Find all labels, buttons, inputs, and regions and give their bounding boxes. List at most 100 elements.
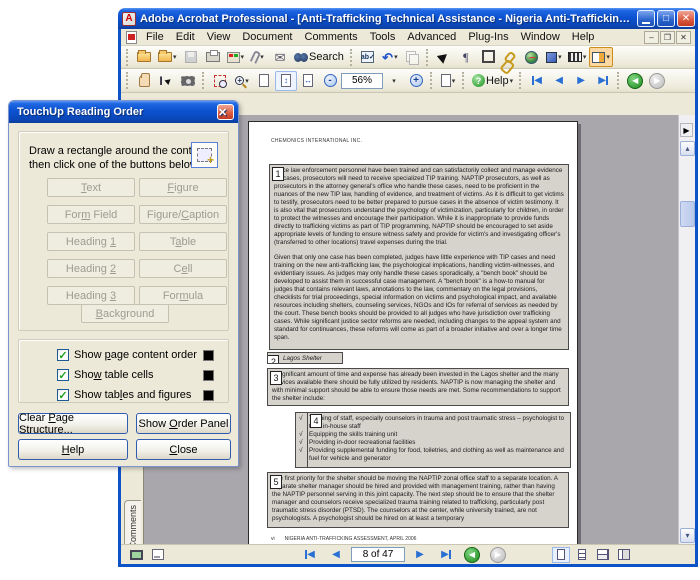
link-tool[interactable]	[499, 47, 521, 67]
formula-button[interactable]: Formula	[139, 286, 227, 305]
toolbar-grip[interactable]	[126, 72, 130, 89]
continuous-layout-button[interactable]	[573, 547, 591, 563]
previous-view-button[interactable]: ◀	[624, 71, 646, 91]
close-button[interactable]: ✕	[677, 10, 695, 27]
form-field-button[interactable]: Form Field	[47, 205, 135, 224]
doc-minimize-button[interactable]: –	[644, 31, 659, 44]
hide-pane-arrow-button[interactable]: ▶	[680, 123, 693, 137]
actual-size-button[interactable]	[253, 71, 275, 91]
help-button[interactable]: ?Help▾	[469, 71, 516, 91]
save-button[interactable]	[180, 47, 202, 67]
movie-dropdown[interactable]: ▾	[565, 47, 590, 67]
figure-button[interactable]: Figure	[139, 178, 227, 197]
organizer-button[interactable]: ▾	[155, 47, 180, 67]
article-tool[interactable]: ¶	[455, 47, 477, 67]
first-page-button[interactable]: ◀	[299, 545, 321, 565]
menu-tools[interactable]: Tools	[364, 30, 402, 44]
heading-3-button[interactable]: Heading 3	[47, 286, 135, 305]
comments-tab[interactable]: Comments	[124, 500, 141, 544]
next-view-button[interactable]: ▶	[487, 545, 509, 565]
menu-edit[interactable]: Edit	[170, 30, 201, 44]
scroll-up-button[interactable]: ▴	[680, 141, 695, 156]
open-button[interactable]	[133, 47, 155, 67]
reading-order-marker-1[interactable]: 1	[272, 167, 284, 181]
undo-dropdown[interactable]: ↶▾	[379, 47, 401, 67]
toolbar-grip[interactable]	[462, 72, 466, 89]
zoom-out-button[interactable]: -	[319, 71, 341, 91]
page-size-button[interactable]	[147, 545, 169, 565]
maximize-button[interactable]: □	[657, 10, 675, 27]
background-button[interactable]: Background	[81, 304, 169, 323]
hand-tool[interactable]	[133, 71, 155, 91]
help-button[interactable]: Help	[18, 439, 128, 460]
search-button[interactable]: Search	[291, 47, 347, 67]
pages-dropdown[interactable]: ▾	[437, 71, 459, 91]
toolbar-grip[interactable]	[126, 49, 130, 66]
facing-layout-button[interactable]	[615, 547, 633, 563]
next-view-button[interactable]: ▶	[646, 71, 668, 91]
menu-comments[interactable]: Comments	[299, 30, 364, 44]
crop-tool[interactable]	[477, 47, 499, 67]
text-button[interactable]: Text	[47, 178, 135, 197]
menu-advanced[interactable]: Advanced	[401, 30, 462, 44]
toolbar-grip[interactable]	[202, 72, 206, 89]
draw-rectangle-tool-button[interactable]	[191, 142, 218, 168]
continuous-facing-layout-button[interactable]	[594, 547, 612, 563]
vertical-scrollbar[interactable]: ▶ ▴ ▾	[678, 115, 695, 544]
table-button[interactable]: Table	[139, 232, 227, 251]
fit-page-button[interactable]: ↕	[275, 71, 297, 91]
3d-tool[interactable]	[521, 47, 543, 67]
tables-figures-color-swatch[interactable]	[203, 390, 214, 401]
single-page-layout-button[interactable]	[552, 547, 570, 563]
marquee-zoom-tool[interactable]	[209, 71, 231, 91]
last-page-button[interactable]: ▶	[592, 71, 614, 91]
content-order-color-swatch[interactable]	[203, 350, 214, 361]
menu-help[interactable]: Help	[566, 30, 601, 44]
spellcheck-button[interactable]: ab✓	[357, 47, 379, 67]
select-text-tool[interactable]: I	[155, 71, 177, 91]
reading-order-marker-3[interactable]: 3	[270, 371, 282, 385]
menu-document[interactable]: Document	[236, 30, 298, 44]
figure-caption-button[interactable]: Figure/Caption	[139, 205, 227, 224]
next-page-button[interactable]: ▶	[409, 545, 431, 565]
minimize-button[interactable]	[637, 10, 655, 27]
next-page-button[interactable]: ▶	[570, 71, 592, 91]
reading-order-marker-4[interactable]: 4	[310, 414, 322, 428]
zoom-level-input[interactable]	[341, 73, 383, 89]
toolbar-grip[interactable]	[519, 72, 523, 89]
previous-page-button[interactable]: ◀	[548, 71, 570, 91]
scrollbar-thumb[interactable]	[680, 201, 695, 227]
select-object-tool[interactable]	[433, 47, 455, 67]
menu-window[interactable]: Window	[515, 30, 566, 44]
first-page-button[interactable]: ◀	[526, 71, 548, 91]
print-button[interactable]	[202, 47, 224, 67]
screen-mode-button[interactable]	[125, 545, 147, 565]
touchup-reading-order-dropdown[interactable]: ▾	[589, 47, 613, 67]
scroll-down-button[interactable]: ▾	[680, 528, 695, 543]
collections-dropdown[interactable]: ▾	[224, 47, 248, 67]
menu-view[interactable]: View	[201, 30, 237, 44]
doc-restore-button[interactable]: ❐	[660, 31, 675, 44]
show-tables-figures-checkbox[interactable]: ✓	[57, 389, 69, 401]
email-button[interactable]: ✉	[269, 47, 291, 67]
previous-view-button[interactable]: ◀	[461, 545, 483, 565]
menu-plugins[interactable]: Plug-Ins	[462, 30, 514, 44]
heading-2-button[interactable]: Heading 2	[47, 259, 135, 278]
reading-order-marker-2[interactable]: 2	[267, 355, 279, 364]
heading-1-button[interactable]: Heading 1	[47, 232, 135, 251]
doc-close-button[interactable]: ✕	[676, 31, 691, 44]
previous-page-button[interactable]: ◀	[325, 545, 347, 565]
dialog-title-bar[interactable]: TouchUp Reading Order ✕	[9, 101, 238, 123]
toolbar-grip[interactable]	[350, 49, 354, 66]
last-page-button[interactable]: ▶	[435, 545, 457, 565]
toolbar-grip[interactable]	[426, 49, 430, 66]
show-order-panel-button[interactable]: Show Order Panel	[136, 413, 231, 434]
dialog-close-button[interactable]: ✕	[217, 104, 234, 120]
zoom-tool-dropdown[interactable]: +▾	[231, 71, 253, 91]
current-page-input[interactable]	[351, 547, 405, 562]
close-button[interactable]: Close	[136, 439, 231, 460]
reading-order-marker-5[interactable]: 5	[270, 475, 282, 489]
clear-page-structure-button[interactable]: Clear Page Structure...	[18, 413, 128, 434]
table-cells-color-swatch[interactable]	[203, 370, 214, 381]
copy-button[interactable]	[401, 47, 423, 67]
